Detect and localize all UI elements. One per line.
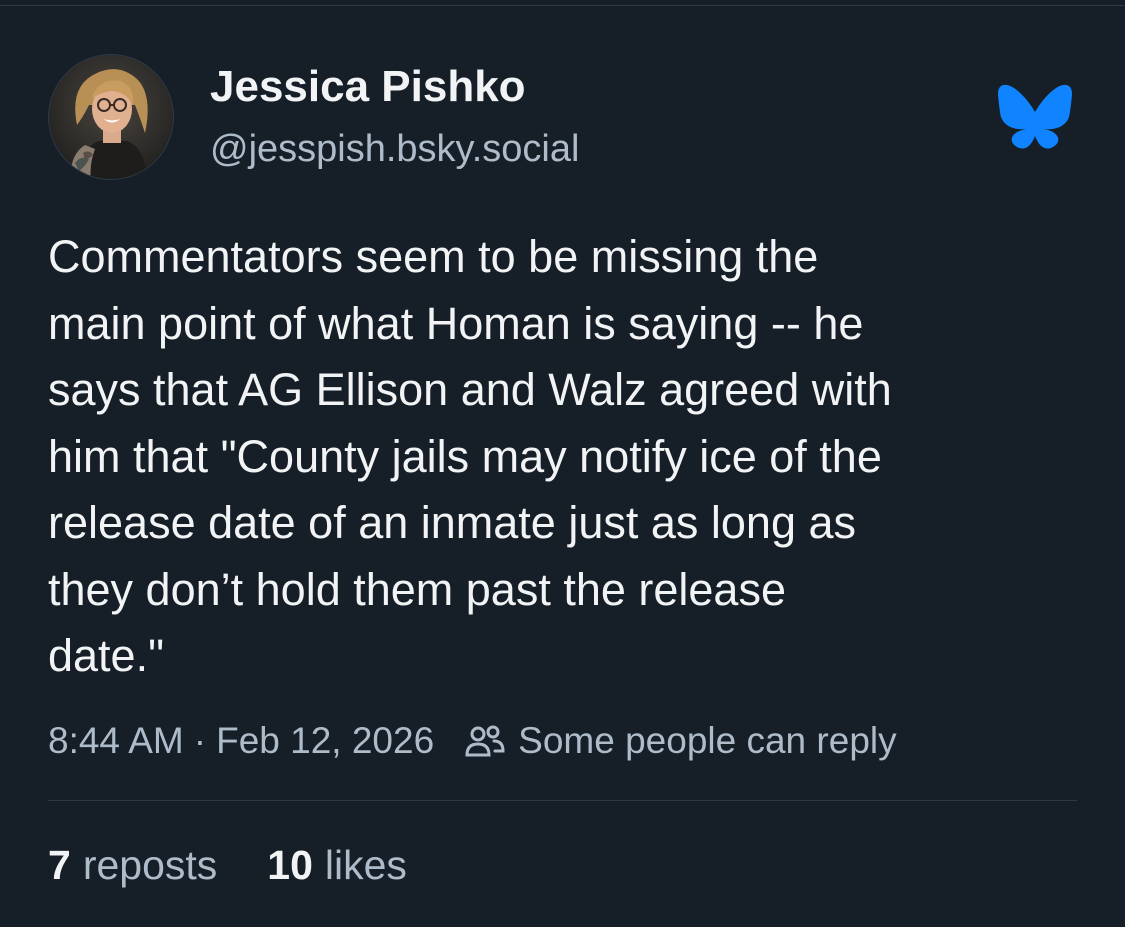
avatar-image	[49, 55, 173, 179]
post-text-line: date."	[48, 630, 165, 681]
avatar[interactable]	[48, 54, 174, 180]
post-date[interactable]: Feb 12, 2026	[216, 720, 434, 762]
reposts-label: reposts	[82, 842, 218, 888]
post-text: Commentators seem to be missing the main…	[48, 224, 1088, 690]
author-handle[interactable]: @jesspish.bsky.social	[210, 128, 579, 171]
top-divider	[0, 5, 1125, 6]
engagement-stats: 7 reposts 10 likes	[48, 842, 407, 889]
meta-separator: ·	[193, 720, 207, 761]
post-meta: 8:44 AM · Feb 12, 2026 Some people can r…	[48, 718, 897, 764]
bluesky-butterfly-icon[interactable]	[998, 84, 1072, 150]
post-text-line: says that AG Ellison and Walz agreed wit…	[48, 364, 892, 415]
reply-setting-label: Some people can reply	[518, 720, 897, 761]
likes-label: likes	[324, 842, 407, 888]
post-text-line: they don’t hold them past the release	[48, 563, 786, 615]
post-time[interactable]: 8:44 AM	[48, 720, 184, 762]
reposts-count: 7	[48, 842, 71, 888]
people-icon	[465, 725, 505, 757]
reply-setting[interactable]: Some people can reply	[464, 720, 897, 762]
likes-count: 10	[267, 842, 313, 888]
stats-divider	[48, 800, 1077, 801]
post-text-line: main point of what Homan is saying -- he	[48, 297, 864, 349]
likes-stat[interactable]: 10 likes	[267, 842, 407, 889]
post-text-line: release date of an inmate just as long a…	[48, 497, 857, 548]
reposts-stat[interactable]: 7 reposts	[48, 842, 217, 889]
display-name[interactable]: Jessica Pishko	[210, 62, 526, 112]
post-text-line: Commentators seem to be missing the	[48, 231, 819, 282]
post-text-line: him that "County jails may notify ice of…	[48, 430, 882, 482]
